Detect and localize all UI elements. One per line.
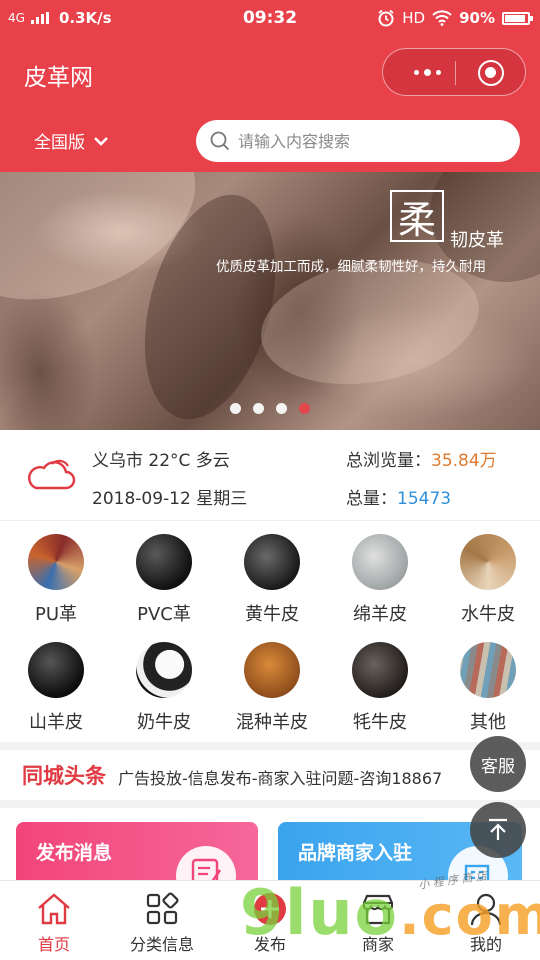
tab-category[interactable]: 分类信息 — [108, 881, 216, 960]
total-value: 15473 — [397, 489, 452, 509]
category-label: PVC革 — [137, 604, 191, 625]
weather-text: 义乌市 22°C 多云 — [92, 451, 230, 471]
category-label: 绵羊皮 — [353, 604, 407, 625]
category-item[interactable]: 牦牛皮 — [330, 642, 430, 734]
more-menu-button[interactable] — [401, 49, 453, 95]
notepad-icon — [176, 846, 236, 884]
watermark-main: 9luo — [240, 876, 400, 949]
carousel-dot[interactable] — [276, 403, 287, 414]
category-label: 牦牛皮 — [353, 712, 407, 733]
pu-leather-thumb — [28, 534, 84, 590]
capsule-divider — [455, 61, 456, 85]
publish-card-title: 发布消息 — [36, 842, 113, 864]
miniapp-capsule — [382, 48, 526, 96]
category-item[interactable]: 绵羊皮 — [330, 534, 430, 626]
section-gap — [0, 742, 540, 750]
other-thumb — [460, 642, 516, 698]
category-item[interactable]: 奶牛皮 — [114, 642, 214, 734]
views-value: 35.84万 — [431, 451, 497, 471]
yak-thumb — [352, 642, 408, 698]
goatskin-thumb — [28, 642, 84, 698]
customer-service-button[interactable]: 客服 — [470, 736, 526, 792]
dairy-cow-thumb — [136, 642, 192, 698]
banner-carousel[interactable] — [0, 172, 540, 430]
more-dot-icon — [413, 69, 419, 75]
category-label: 奶牛皮 — [137, 712, 191, 733]
views-label: 总浏览量： — [346, 451, 431, 471]
wifi-icon — [432, 10, 452, 26]
search-icon — [210, 131, 230, 151]
publish-card[interactable]: 发布消息 — [16, 822, 258, 884]
more-dot-icon — [423, 68, 431, 76]
sheepskin-thumb — [352, 534, 408, 590]
alarm-icon — [378, 9, 394, 27]
category-label: 水牛皮 — [461, 604, 515, 625]
battery-percent: 90% — [459, 9, 495, 27]
category-label: 山羊皮 — [29, 712, 83, 733]
total-views: 总浏览量：35.84万 — [346, 446, 497, 471]
category-label: PU革 — [34, 604, 78, 625]
back-to-top-button[interactable] — [470, 802, 526, 858]
more-dot-icon — [435, 69, 441, 75]
site-watermark: 9luo.com — [240, 876, 540, 949]
close-miniapp-icon[interactable] — [478, 60, 504, 86]
category-label: 黄牛皮 — [245, 604, 299, 625]
buffalo-thumb — [460, 534, 516, 590]
divider — [0, 520, 540, 521]
date-text: 2018-09-12 星期三 — [92, 489, 248, 509]
tab-label: 首页 — [37, 935, 70, 954]
category-item[interactable]: 黄牛皮 — [222, 534, 322, 626]
carousel-indicators — [0, 403, 540, 414]
section-gap — [0, 800, 540, 808]
category-icon — [146, 892, 179, 925]
chevron-down-icon — [94, 136, 108, 146]
carousel-dot[interactable] — [230, 403, 241, 414]
page-title: 皮革网 — [24, 65, 93, 91]
carousel-dot[interactable] — [253, 403, 264, 414]
app-header: 4G 0.3K/s 09:32 HD 90% 皮革网 全国版 — [0, 0, 540, 172]
category-item[interactable]: PU革 — [6, 534, 106, 626]
banner-subtitle: 优质皮革加工而成，细腻柔韧性好，持久耐用 — [216, 259, 486, 275]
region-label: 全国版 — [34, 133, 85, 153]
banner-title: 韧皮革 — [450, 230, 504, 251]
cloud-icon — [28, 459, 76, 490]
home-icon — [38, 893, 70, 925]
tab-label: 分类信息 — [129, 935, 194, 954]
search-input[interactable] — [238, 131, 498, 151]
category-item[interactable]: PVC革 — [114, 534, 214, 626]
mixed-sheep-thumb — [244, 642, 300, 698]
tab-home[interactable]: 首页 — [0, 881, 108, 960]
category-item[interactable]: 其他 — [438, 642, 538, 734]
battery-icon — [502, 11, 533, 25]
category-item[interactable]: 水牛皮 — [438, 534, 538, 626]
total-label: 总量： — [346, 489, 397, 509]
carousel-dot[interactable] — [299, 403, 310, 414]
banner-char: 柔 — [390, 190, 444, 242]
headline-ticker[interactable]: 广告投放-信息发布-商家入驻问题-咨询18867 — [118, 765, 478, 789]
total-count: 总量：15473 — [346, 484, 451, 509]
category-item[interactable]: 山羊皮 — [6, 642, 106, 734]
search-bar[interactable] — [196, 120, 520, 162]
headline-label: 同城头条 — [22, 764, 106, 788]
category-label: 混种羊皮 — [236, 712, 308, 733]
status-bar: 4G 0.3K/s 09:32 HD 90% — [0, 0, 540, 36]
arrow-up-icon — [489, 818, 507, 840]
category-item[interactable]: 混种羊皮 — [222, 642, 322, 734]
watermark-suffix: .com — [399, 884, 540, 947]
cowhide-thumb — [244, 534, 300, 590]
category-label: 其他 — [470, 712, 506, 733]
hd-indicator: HD — [402, 9, 426, 27]
pvc-leather-thumb — [136, 534, 192, 590]
brand-card-title: 品牌商家入驻 — [298, 842, 413, 864]
region-selector[interactable]: 全国版 — [34, 128, 109, 153]
